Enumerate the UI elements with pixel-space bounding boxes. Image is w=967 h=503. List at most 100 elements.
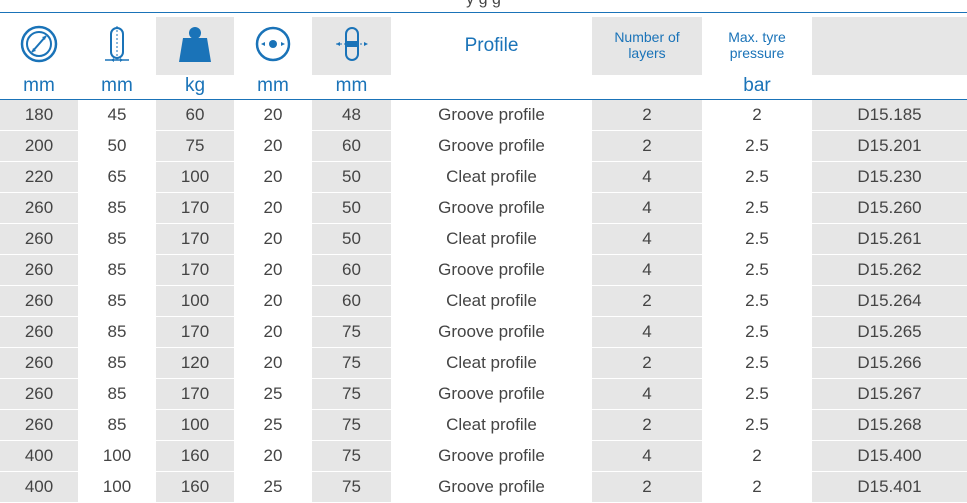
load-cell: 170: [156, 192, 234, 224]
article-cell: D15.185: [812, 99, 967, 131]
profile-cell: Groove profile: [391, 378, 592, 410]
header-cell-pressure: Max. tyre pressure: [702, 17, 812, 75]
layers-cell: 2: [592, 285, 702, 317]
unit-pressure: bar: [743, 75, 771, 96]
pressure-cell: 2.5: [702, 130, 812, 162]
header-cell-layers: Number of layers: [592, 17, 702, 75]
bore-cell: 25: [234, 378, 312, 410]
table-row: 260 85 100 25 75 Cleat profile 2 2.5 D15.268: [0, 409, 967, 441]
load-cell: 170: [156, 316, 234, 348]
profile-cell: Cleat profile: [391, 223, 592, 255]
article-cell: D15.264: [812, 285, 967, 317]
pressure-cell: 2.5: [702, 223, 812, 255]
icon-header-row: Profile Number of layers Max. tyre press…: [0, 17, 967, 75]
table-row: 260 85 170 20 50 Groove profile 4 2.5 D15.260: [0, 192, 967, 224]
profile-cell: Groove profile: [391, 316, 592, 348]
pressure-cell: 2.5: [702, 347, 812, 379]
load-cell: 100: [156, 285, 234, 317]
width-cell: 100: [78, 471, 156, 503]
hub-cell: 50: [312, 161, 391, 193]
bore-cell: 20: [234, 130, 312, 162]
table-body: Profile Number of layers Max. tyre press…: [0, 17, 967, 503]
width-cell: 85: [78, 254, 156, 286]
bore-cell: 25: [234, 409, 312, 441]
hub-cell: 60: [312, 130, 391, 162]
pressure-cell: 2: [702, 440, 812, 472]
diameter-cell: 260: [0, 409, 78, 441]
bore-cell: 20: [234, 192, 312, 224]
article-cell: D15.400: [812, 440, 967, 472]
hub-cell: 60: [312, 254, 391, 286]
pressure-cell: 2.5: [702, 378, 812, 410]
header-cell-width: [78, 17, 156, 75]
pressure-cell: 2.5: [702, 285, 812, 317]
diameter-cell: 400: [0, 440, 78, 472]
hub-cell: 75: [312, 409, 391, 441]
profile-cell: Groove profile: [391, 440, 592, 472]
width-cell: 85: [78, 378, 156, 410]
pressure-cell: 2.5: [702, 254, 812, 286]
layers-cell: 4: [592, 316, 702, 348]
load-cell: 120: [156, 347, 234, 379]
load-cell: 100: [156, 409, 234, 441]
pressure-cell: 2: [702, 99, 812, 131]
load-cell: 170: [156, 223, 234, 255]
hub-cell: 75: [312, 440, 391, 472]
hub-cell: 48: [312, 99, 391, 131]
bore-cell: 20: [234, 254, 312, 286]
width-cell: 65: [78, 161, 156, 193]
width-cell: 50: [78, 130, 156, 162]
table-row: 260 85 120 20 75 Cleat profile 2 2.5 D15.266: [0, 347, 967, 379]
unit-width: mm: [101, 75, 133, 96]
table-row: 260 85 170 20 75 Groove profile 4 2.5 D15.265: [0, 316, 967, 348]
profile-cell: Groove profile: [391, 192, 592, 224]
width-cell: 85: [78, 223, 156, 255]
unit-profile: [391, 75, 592, 100]
diameter-cell: 400: [0, 471, 78, 503]
load-cell: 160: [156, 471, 234, 503]
header-cell-article: [812, 17, 967, 75]
diameter-cell: 260: [0, 285, 78, 317]
article-cell: D15.262: [812, 254, 967, 286]
unit-bore: mm: [257, 75, 289, 96]
hub-cell: 75: [312, 347, 391, 379]
bore-cell: 20: [234, 316, 312, 348]
diameter-cell: 220: [0, 161, 78, 193]
header-cell-hub: [312, 17, 391, 75]
bore-cell: 20: [234, 347, 312, 379]
table-row: 260 85 100 20 60 Cleat profile 2 2.5 D15.264: [0, 285, 967, 317]
hub-cell: 50: [312, 192, 391, 224]
layers-cell: 4: [592, 440, 702, 472]
table-row: 220 65 100 20 50 Cleat profile 4 2.5 D15.230: [0, 161, 967, 193]
table-row: 400 100 160 25 75 Groove profile 2 2 D15.401: [0, 471, 967, 503]
title-rule: [0, 12, 967, 13]
hub-length-icon: [334, 24, 370, 69]
load-cell: 75: [156, 130, 234, 162]
width-cell: 85: [78, 409, 156, 441]
article-cell: D15.266: [812, 347, 967, 379]
hub-cell: 50: [312, 223, 391, 255]
bore-diameter-icon: [253, 24, 293, 69]
width-cell: 85: [78, 285, 156, 317]
table-title: y g g: [0, 0, 967, 11]
unit-diameter: mm: [23, 75, 55, 96]
diameter-cell: 180: [0, 99, 78, 131]
layers-cell: 4: [592, 254, 702, 286]
width-cell: 85: [78, 316, 156, 348]
layers-cell: 2: [592, 409, 702, 441]
unit-hub: mm: [335, 75, 368, 96]
width-cell: 85: [78, 347, 156, 379]
profile-cell: Cleat profile: [391, 409, 592, 441]
hub-cell: 75: [312, 471, 391, 503]
diameter-cell: 260: [0, 223, 78, 255]
article-cell: D15.401: [812, 471, 967, 503]
pressure-cell: 2.5: [702, 316, 812, 348]
bore-cell: 20: [234, 223, 312, 255]
profile-cell: Groove profile: [391, 471, 592, 503]
profile-cell: Cleat profile: [391, 285, 592, 317]
layers-cell: 2: [592, 347, 702, 379]
article-cell: D15.268: [812, 409, 967, 441]
table-row: 400 100 160 20 75 Groove profile 4 2 D15.400: [0, 440, 967, 472]
load-weight-icon: [177, 24, 213, 69]
table-row: 260 85 170 20 60 Groove profile 4 2.5 D15.262: [0, 254, 967, 286]
